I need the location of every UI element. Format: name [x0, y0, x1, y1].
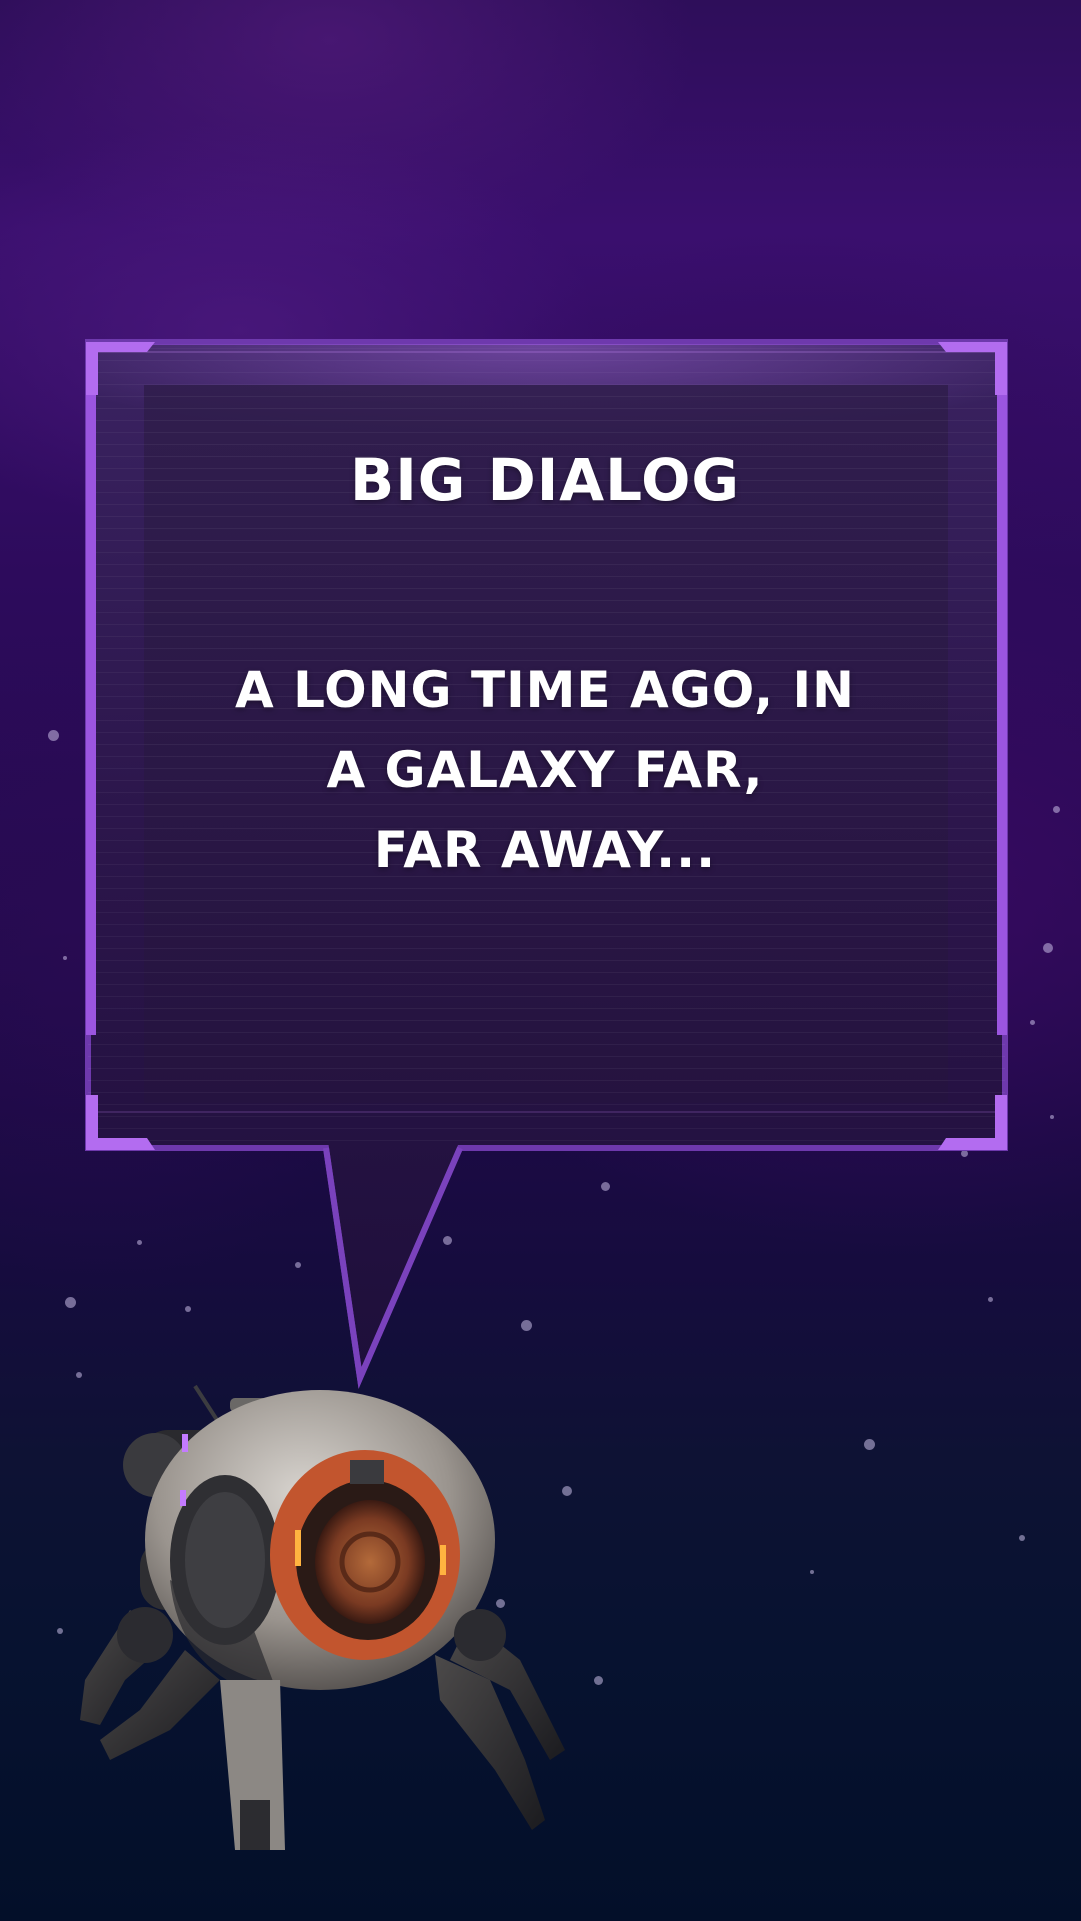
robot-spider-icon: [80, 1384, 565, 1850]
dialog-body-line: FAR AWAY...: [373, 821, 717, 879]
dialog-body-line: A LONG TIME AGO, IN: [234, 661, 855, 719]
dialog-body-line: A GALAXY FAR,: [326, 741, 764, 799]
game-scene: BIG DIALOG A LONG TIME AGO, IN A GALAXY …: [0, 0, 1081, 1921]
dialog-title: BIG DIALOG: [349, 446, 740, 514]
dialog-body: A LONG TIME AGO, IN A GALAXY FAR, FAR AW…: [145, 650, 945, 890]
